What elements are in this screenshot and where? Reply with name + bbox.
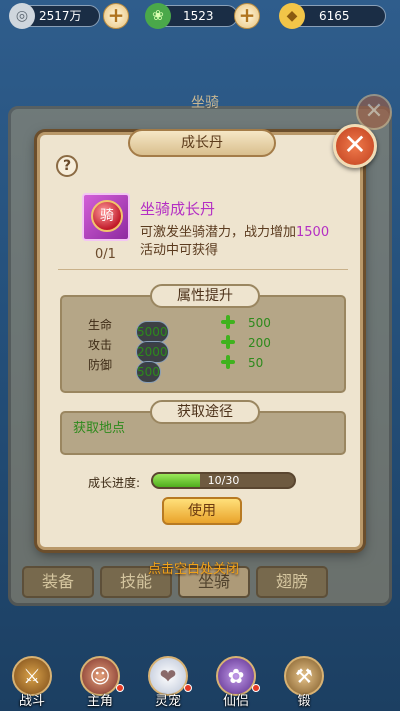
- close-dialog-button[interactable]: ✕: [333, 124, 377, 168]
- growth-progress-text: 10/30: [207, 474, 240, 487]
- plus-icon: [220, 314, 236, 330]
- obtain-location-link[interactable]: 获取地点: [73, 417, 125, 436]
- notification-dot: [252, 684, 260, 692]
- nav-pet[interactable]: ❤ 灵宠: [140, 650, 200, 711]
- jade-icon: ❀: [145, 3, 171, 29]
- bottom-nav: ⚔ 战斗 ☺ 主角 ❤ 灵宠 ✿ 仙侣 ⚒ 锻: [0, 650, 400, 711]
- jade-counter: ❀ 1523: [145, 3, 238, 29]
- tap-to-close-hint[interactable]: 点击空白处关闭: [148, 558, 239, 577]
- item-description-text: 可激发坐骑潜力，战力增加: [140, 225, 297, 240]
- attribute-name: 攻击: [88, 338, 113, 352]
- tab-equipment[interactable]: 装备: [22, 566, 94, 598]
- nav-label: 主角: [86, 694, 113, 709]
- attribute-increase: 500: [248, 316, 271, 330]
- item-name: 坐骑成长丹: [140, 200, 216, 218]
- attribute-current: 500: [136, 361, 161, 383]
- nav-label: 仙侣: [222, 694, 249, 709]
- silver-coin-icon: ◎: [9, 3, 35, 29]
- attribute-increase: 200: [248, 336, 271, 350]
- item-slot[interactable]: 骑: [82, 193, 130, 241]
- attribute-row-defense: 防御 500 50: [88, 354, 288, 383]
- attribute-name: 生命: [88, 318, 113, 332]
- divider: [58, 269, 348, 270]
- nav-label: 灵宠: [154, 694, 181, 709]
- silver-counter: ◎ 2517万: [9, 3, 100, 29]
- gold-counter: ◆ 6165: [279, 3, 386, 29]
- gold-ingot-icon: ◆: [279, 3, 305, 29]
- nav-battle[interactable]: ⚔ 战斗: [4, 650, 64, 711]
- notification-dot: [116, 684, 124, 692]
- add-silver-button[interactable]: +: [103, 3, 129, 29]
- gold-value: 6165: [319, 9, 350, 23]
- attribute-row-hp: 生命 5000 500: [88, 314, 288, 343]
- item-description: 可激发坐骑潜力，战力增加1500: [140, 221, 329, 240]
- plus-icon: [220, 334, 236, 350]
- help-button[interactable]: ?: [56, 155, 78, 177]
- attribute-header: 属性提升: [150, 284, 260, 308]
- nav-label: 战斗: [18, 694, 45, 709]
- attribute-increase: 50: [248, 356, 264, 370]
- attribute-box: 属性提升 生命 5000 500 攻击 2000 200 防御 500 50: [60, 284, 346, 393]
- jade-value: 1523: [183, 9, 214, 23]
- tab-wings[interactable]: 翅膀: [256, 566, 328, 598]
- use-button[interactable]: 使用: [162, 497, 242, 525]
- plus-icon: [220, 354, 236, 370]
- growth-pill-dialog: 成长丹 ? 骑 0/1 坐骑成长丹 可激发坐骑潜力，战力增加1500 活动中可获…: [37, 129, 363, 550]
- item-count: 0/1: [95, 247, 116, 262]
- notification-dot: [184, 684, 192, 692]
- nav-companion[interactable]: ✿ 仙侣: [208, 650, 268, 711]
- attribute-row-attack: 攻击 2000 200: [88, 334, 288, 363]
- item-obtain-note: 活动中可获得: [140, 243, 219, 258]
- nav-label: 锻: [297, 694, 311, 709]
- dialog-title: 成长丹: [128, 129, 276, 157]
- power-bonus-value: 1500: [296, 225, 330, 240]
- silver-value: 2517万: [39, 9, 82, 23]
- nav-forge[interactable]: ⚒ 锻: [276, 650, 336, 711]
- currency-bar: ◎ 2517万 + ❀ 1523 + ◆ 6165: [0, 0, 400, 34]
- add-jade-button[interactable]: +: [234, 3, 260, 29]
- growth-progress-bar: 10/30: [151, 472, 296, 489]
- nav-hero[interactable]: ☺ 主角: [72, 650, 132, 711]
- mount-pill-icon: 骑: [91, 200, 123, 232]
- source-header: 获取途径: [150, 400, 260, 424]
- mount-panel-title: 坐骑: [191, 95, 219, 111]
- growth-progress-label: 成长进度:: [88, 476, 141, 490]
- attribute-name: 防御: [88, 358, 113, 372]
